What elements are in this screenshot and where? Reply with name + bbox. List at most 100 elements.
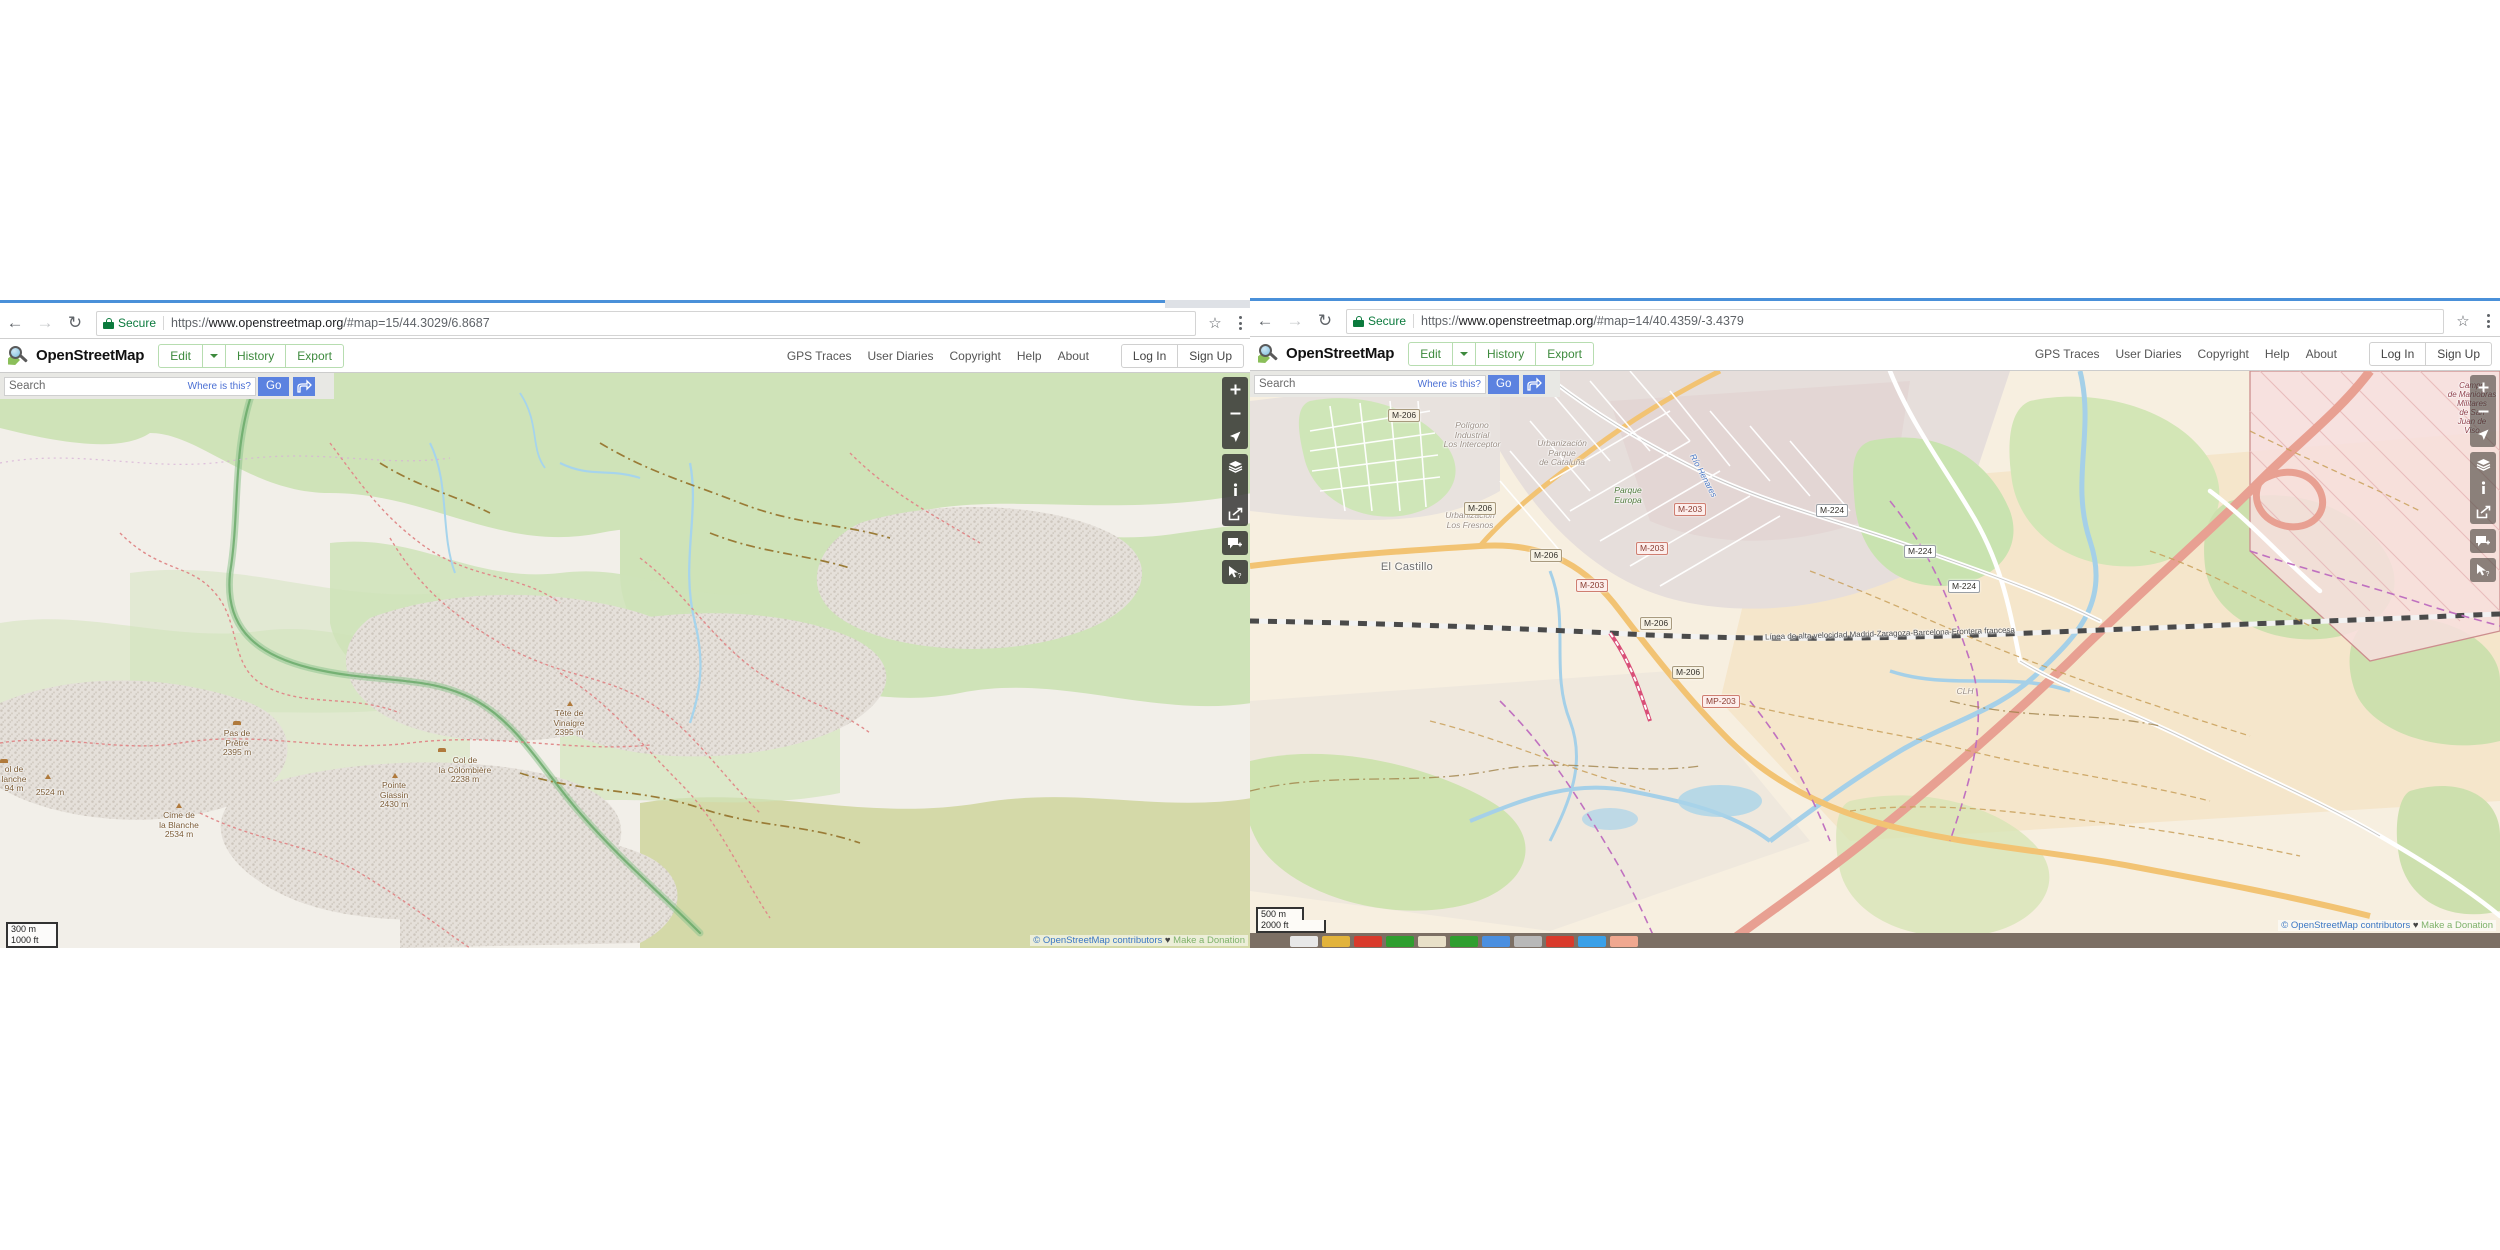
nav-help[interactable]: Help bbox=[1017, 349, 1042, 363]
search-input-left[interactable]: Search Where is this? bbox=[4, 376, 256, 396]
search-bar-right: Search Where is this? Go bbox=[1250, 371, 1560, 397]
address-bar-right[interactable]: Secure https://www.openstreetmap.org/#ma… bbox=[1346, 308, 2444, 334]
map-tools-group bbox=[2470, 452, 2496, 524]
map-key-button[interactable] bbox=[2470, 476, 2496, 500]
road-shield-m206: M-206 bbox=[1388, 409, 1421, 422]
log-in-button[interactable]: Log In bbox=[2370, 342, 2427, 365]
locate-button[interactable] bbox=[1222, 425, 1248, 449]
chevron-down-icon[interactable] bbox=[1453, 342, 1476, 365]
brand-name: OpenStreetMap bbox=[1286, 345, 1395, 362]
layers-button[interactable] bbox=[1222, 454, 1248, 478]
osm-brand-right[interactable]: OpenStreetMap bbox=[1258, 343, 1394, 364]
nav-help[interactable]: Help bbox=[2265, 347, 2290, 361]
directions-icon[interactable] bbox=[293, 376, 316, 396]
tab-strip-right bbox=[1250, 298, 2500, 309]
map-viewport-left[interactable]: Search Where is this? Go ? Pas de Prêtre… bbox=[0, 373, 1252, 948]
road-shield-m224: M-224 bbox=[1948, 580, 1981, 593]
lock-icon bbox=[1353, 315, 1364, 327]
where-is-this-link[interactable]: Where is this? bbox=[178, 381, 251, 392]
osm-brand-left[interactable]: OpenStreetMap bbox=[8, 345, 144, 366]
chrome-menu-icon[interactable] bbox=[2476, 308, 2500, 334]
query-features-button[interactable]: ? bbox=[2470, 558, 2496, 582]
share-button[interactable] bbox=[1222, 502, 1248, 526]
history-button[interactable]: History bbox=[1476, 342, 1537, 365]
taskbar-item[interactable] bbox=[1418, 935, 1446, 947]
secure-label: Secure bbox=[1368, 314, 1407, 328]
bookmark-star-icon[interactable]: ☆ bbox=[2450, 308, 2476, 334]
zoom-in-button[interactable] bbox=[1222, 377, 1248, 401]
share-button[interactable] bbox=[2470, 500, 2496, 524]
sign-up-button[interactable]: Sign Up bbox=[2426, 343, 2491, 365]
map-viewport-right[interactable]: Search Where is this? Go ? El Castillo U… bbox=[1250, 371, 2500, 948]
bookmark-star-icon[interactable]: ☆ bbox=[1202, 310, 1228, 336]
zoom-out-button[interactable] bbox=[2470, 399, 2496, 423]
chrome-menu-icon[interactable] bbox=[1228, 310, 1252, 336]
map-controls-left: ? bbox=[1222, 377, 1248, 584]
nav-copyright[interactable]: Copyright bbox=[950, 349, 1001, 363]
edit-button[interactable]: Edit bbox=[159, 344, 203, 367]
peak-marker bbox=[45, 774, 51, 779]
go-button[interactable]: Go bbox=[258, 376, 290, 396]
search-input-right[interactable]: Search Where is this? bbox=[1254, 374, 1486, 394]
directions-icon[interactable] bbox=[1523, 374, 1546, 394]
reload-icon[interactable]: ↻ bbox=[1310, 306, 1340, 336]
back-arrow-icon[interactable]: ← bbox=[1250, 306, 1280, 336]
nav-user-diaries[interactable]: User Diaries bbox=[2116, 347, 2182, 361]
taskbar-item[interactable] bbox=[1578, 935, 1606, 947]
where-is-this-link[interactable]: Where is this? bbox=[1408, 379, 1481, 390]
edit-button[interactable]: Edit bbox=[1409, 342, 1453, 365]
query-group: ? bbox=[1222, 560, 1248, 584]
add-note-button[interactable] bbox=[2470, 529, 2496, 553]
attribution-copyright[interactable]: © OpenStreetMap contributors bbox=[2281, 920, 2410, 931]
layers-button[interactable] bbox=[2470, 452, 2496, 476]
add-note-button[interactable] bbox=[1222, 531, 1248, 555]
taskbar-item[interactable] bbox=[1546, 935, 1574, 947]
forward-arrow-icon[interactable]: → bbox=[1280, 306, 1310, 336]
taskbar-item[interactable] bbox=[1514, 935, 1542, 947]
nav-about[interactable]: About bbox=[2306, 347, 2337, 361]
zoom-out-button[interactable] bbox=[1222, 401, 1248, 425]
taskbar-item[interactable] bbox=[1386, 935, 1414, 947]
osm-nav-links-left: GPS Traces User Diaries Copyright Help A… bbox=[787, 343, 1244, 368]
log-in-button[interactable]: Log In bbox=[1122, 344, 1179, 367]
locate-button[interactable] bbox=[2470, 423, 2496, 447]
taskbar-strip bbox=[1250, 933, 2500, 948]
nav-about[interactable]: About bbox=[1058, 349, 1089, 363]
road-shield-m206: M-206 bbox=[1530, 549, 1563, 562]
sign-up-button[interactable]: Sign Up bbox=[1178, 345, 1243, 367]
auth-button-group-left: Log In Sign Up bbox=[1120, 343, 1244, 368]
reload-icon[interactable]: ↻ bbox=[60, 308, 90, 338]
map-key-button[interactable] bbox=[1222, 478, 1248, 502]
nav-gps-traces[interactable]: GPS Traces bbox=[2035, 347, 2100, 361]
address-bar-left[interactable]: Secure https://www.openstreetmap.org/#ma… bbox=[96, 310, 1196, 336]
taskbar-item[interactable] bbox=[1322, 935, 1350, 947]
browser-window-right: ← → ↻ Secure https://www.openstreetmap.o… bbox=[1250, 298, 2500, 948]
taskbar-item[interactable] bbox=[1450, 935, 1478, 947]
svg-text:?: ? bbox=[2486, 571, 2490, 577]
taskbar-item[interactable] bbox=[1482, 935, 1510, 947]
nav-gps-traces[interactable]: GPS Traces bbox=[787, 349, 852, 363]
forward-arrow-icon[interactable]: → bbox=[30, 308, 60, 338]
chevron-down-icon[interactable] bbox=[203, 344, 226, 367]
donate-link[interactable]: Make a Donation bbox=[2421, 920, 2493, 931]
url-separator bbox=[1413, 314, 1415, 328]
export-button[interactable]: Export bbox=[1536, 343, 1593, 365]
zoom-in-button[interactable] bbox=[2470, 375, 2496, 399]
road-shield-m224: M-224 bbox=[1816, 504, 1849, 517]
scale-metric: 300 m bbox=[6, 922, 58, 935]
road-shield-m206: M-206 bbox=[1464, 502, 1497, 515]
taskbar-item[interactable] bbox=[1290, 935, 1318, 947]
export-button[interactable]: Export bbox=[286, 345, 343, 367]
donate-link[interactable]: Make a Donation bbox=[1173, 935, 1245, 946]
nav-user-diaries[interactable]: User Diaries bbox=[868, 349, 934, 363]
taskbar-item[interactable] bbox=[1610, 935, 1638, 947]
attribution-copyright[interactable]: © OpenStreetMap contributors bbox=[1033, 935, 1162, 946]
query-features-button[interactable]: ? bbox=[1222, 560, 1248, 584]
lock-icon bbox=[103, 317, 114, 329]
history-button[interactable]: History bbox=[226, 344, 287, 367]
scale-imperial: 1000 ft bbox=[6, 935, 58, 948]
go-button[interactable]: Go bbox=[1488, 374, 1520, 394]
taskbar-item[interactable] bbox=[1354, 935, 1382, 947]
nav-copyright[interactable]: Copyright bbox=[2198, 347, 2249, 361]
back-arrow-icon[interactable]: ← bbox=[0, 308, 30, 338]
